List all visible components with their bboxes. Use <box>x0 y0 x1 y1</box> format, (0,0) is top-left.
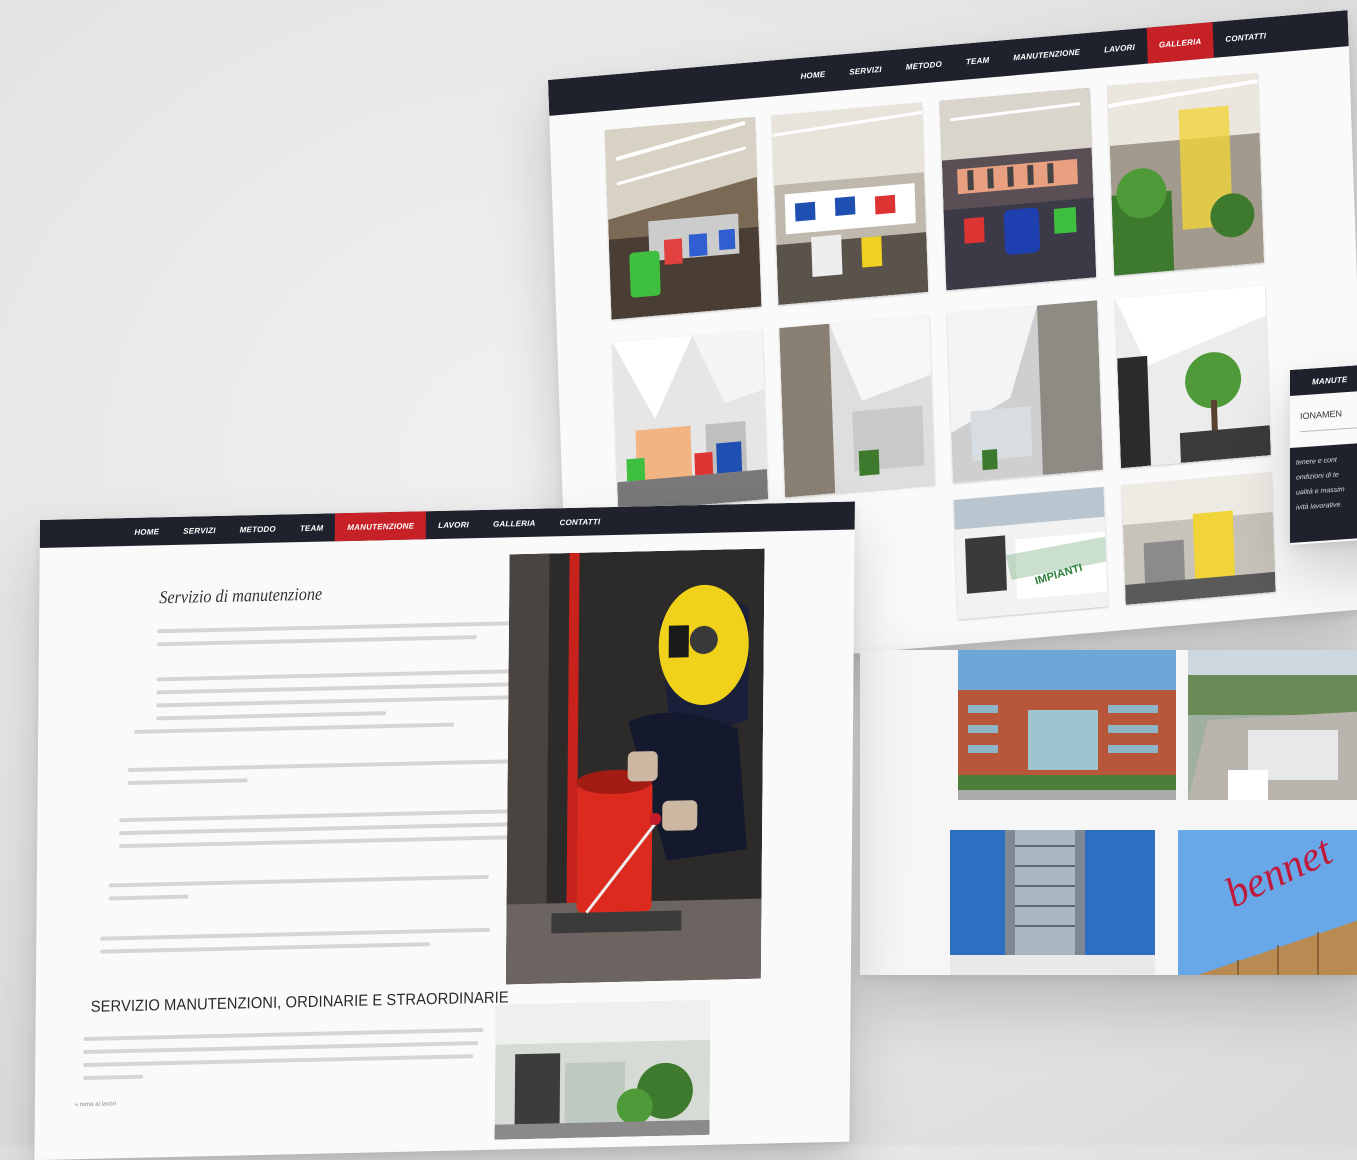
back-link[interactable]: « torna ai lavori <box>75 1101 116 1108</box>
nav-lavori[interactable]: LAVORI <box>426 510 481 539</box>
project-photo-aerial[interactable] <box>1188 650 1357 800</box>
project-photo-bennet[interactable]: bennet <box>1178 830 1357 975</box>
side-text-line: ività lavorative. <box>1296 501 1343 512</box>
nav-metodo[interactable]: METODO <box>893 45 954 86</box>
gallery-photo[interactable] <box>604 116 762 320</box>
side-text-line: tenere e cont <box>1296 456 1337 467</box>
nav-manutenzione[interactable]: MANUTE <box>1300 365 1357 395</box>
nav-lavori[interactable]: LAVORI <box>1091 28 1147 69</box>
project-photo-tower[interactable] <box>950 830 1155 975</box>
manutenzione-page-window: HOME SERVIZI METODO TEAM MANUTENZIONE LA… <box>34 501 855 1160</box>
gallery-photo[interactable] <box>1121 472 1276 605</box>
side-text-line: ualità e massim <box>1296 486 1345 497</box>
gallery-photo[interactable] <box>939 87 1097 291</box>
welder-photo <box>505 548 765 985</box>
gallery-photo[interactable] <box>779 314 936 498</box>
page-title: Servizio di manutenzione <box>159 583 323 608</box>
nav-galleria[interactable]: GALLERIA <box>481 508 548 538</box>
nav-servizi[interactable]: SERVIZI <box>837 50 895 91</box>
manutenzione-navbar: HOME SERVIZI METODO TEAM MANUTENZIONE LA… <box>39 501 855 549</box>
nav-home[interactable]: HOME <box>122 517 171 546</box>
projects-page-window: bennet <box>860 650 1357 975</box>
project-photo-building[interactable] <box>958 650 1176 800</box>
side-text-line: ondizioni di te <box>1296 471 1339 482</box>
gallery-photo[interactable] <box>947 300 1103 483</box>
gallery-photo-truck[interactable]: IMPIANTI <box>953 486 1108 620</box>
nav-servizi[interactable]: SERVIZI <box>171 516 228 545</box>
divider <box>1300 422 1357 433</box>
nav-galleria[interactable]: GALLERIA <box>1146 21 1215 64</box>
gallery-photo[interactable] <box>612 329 769 513</box>
nav-manutenzione[interactable]: MANUTENZIONE <box>1001 33 1093 77</box>
nav-team[interactable]: TEAM <box>953 40 1002 80</box>
nav-contatti[interactable]: CONTATTI <box>547 507 612 536</box>
gallery-photo[interactable] <box>1115 285 1271 469</box>
section-heading: SERVIZIO MANUTENZIONI, ORDINARIE E STRAO… <box>90 989 509 1016</box>
side-dark-box: tenere e cont ondizioni di te ualità e m… <box>1290 438 1357 543</box>
nav-team[interactable]: TEAM <box>288 513 336 542</box>
gallery-photo[interactable] <box>771 102 929 306</box>
nav-manutenzione[interactable]: MANUTENZIONE <box>335 511 427 542</box>
side-heading: IONAMEN <box>1300 408 1343 422</box>
side-page-window: MANUTE IONAMEN tenere e cont ondizioni d… <box>1290 360 1357 545</box>
gallery-photo[interactable] <box>1107 73 1265 276</box>
nav-metodo[interactable]: METODO <box>228 514 288 543</box>
warehouse-photo <box>494 999 711 1140</box>
nav-contatti[interactable]: CONTATTI <box>1213 16 1279 58</box>
nav-home[interactable]: HOME <box>788 55 838 95</box>
